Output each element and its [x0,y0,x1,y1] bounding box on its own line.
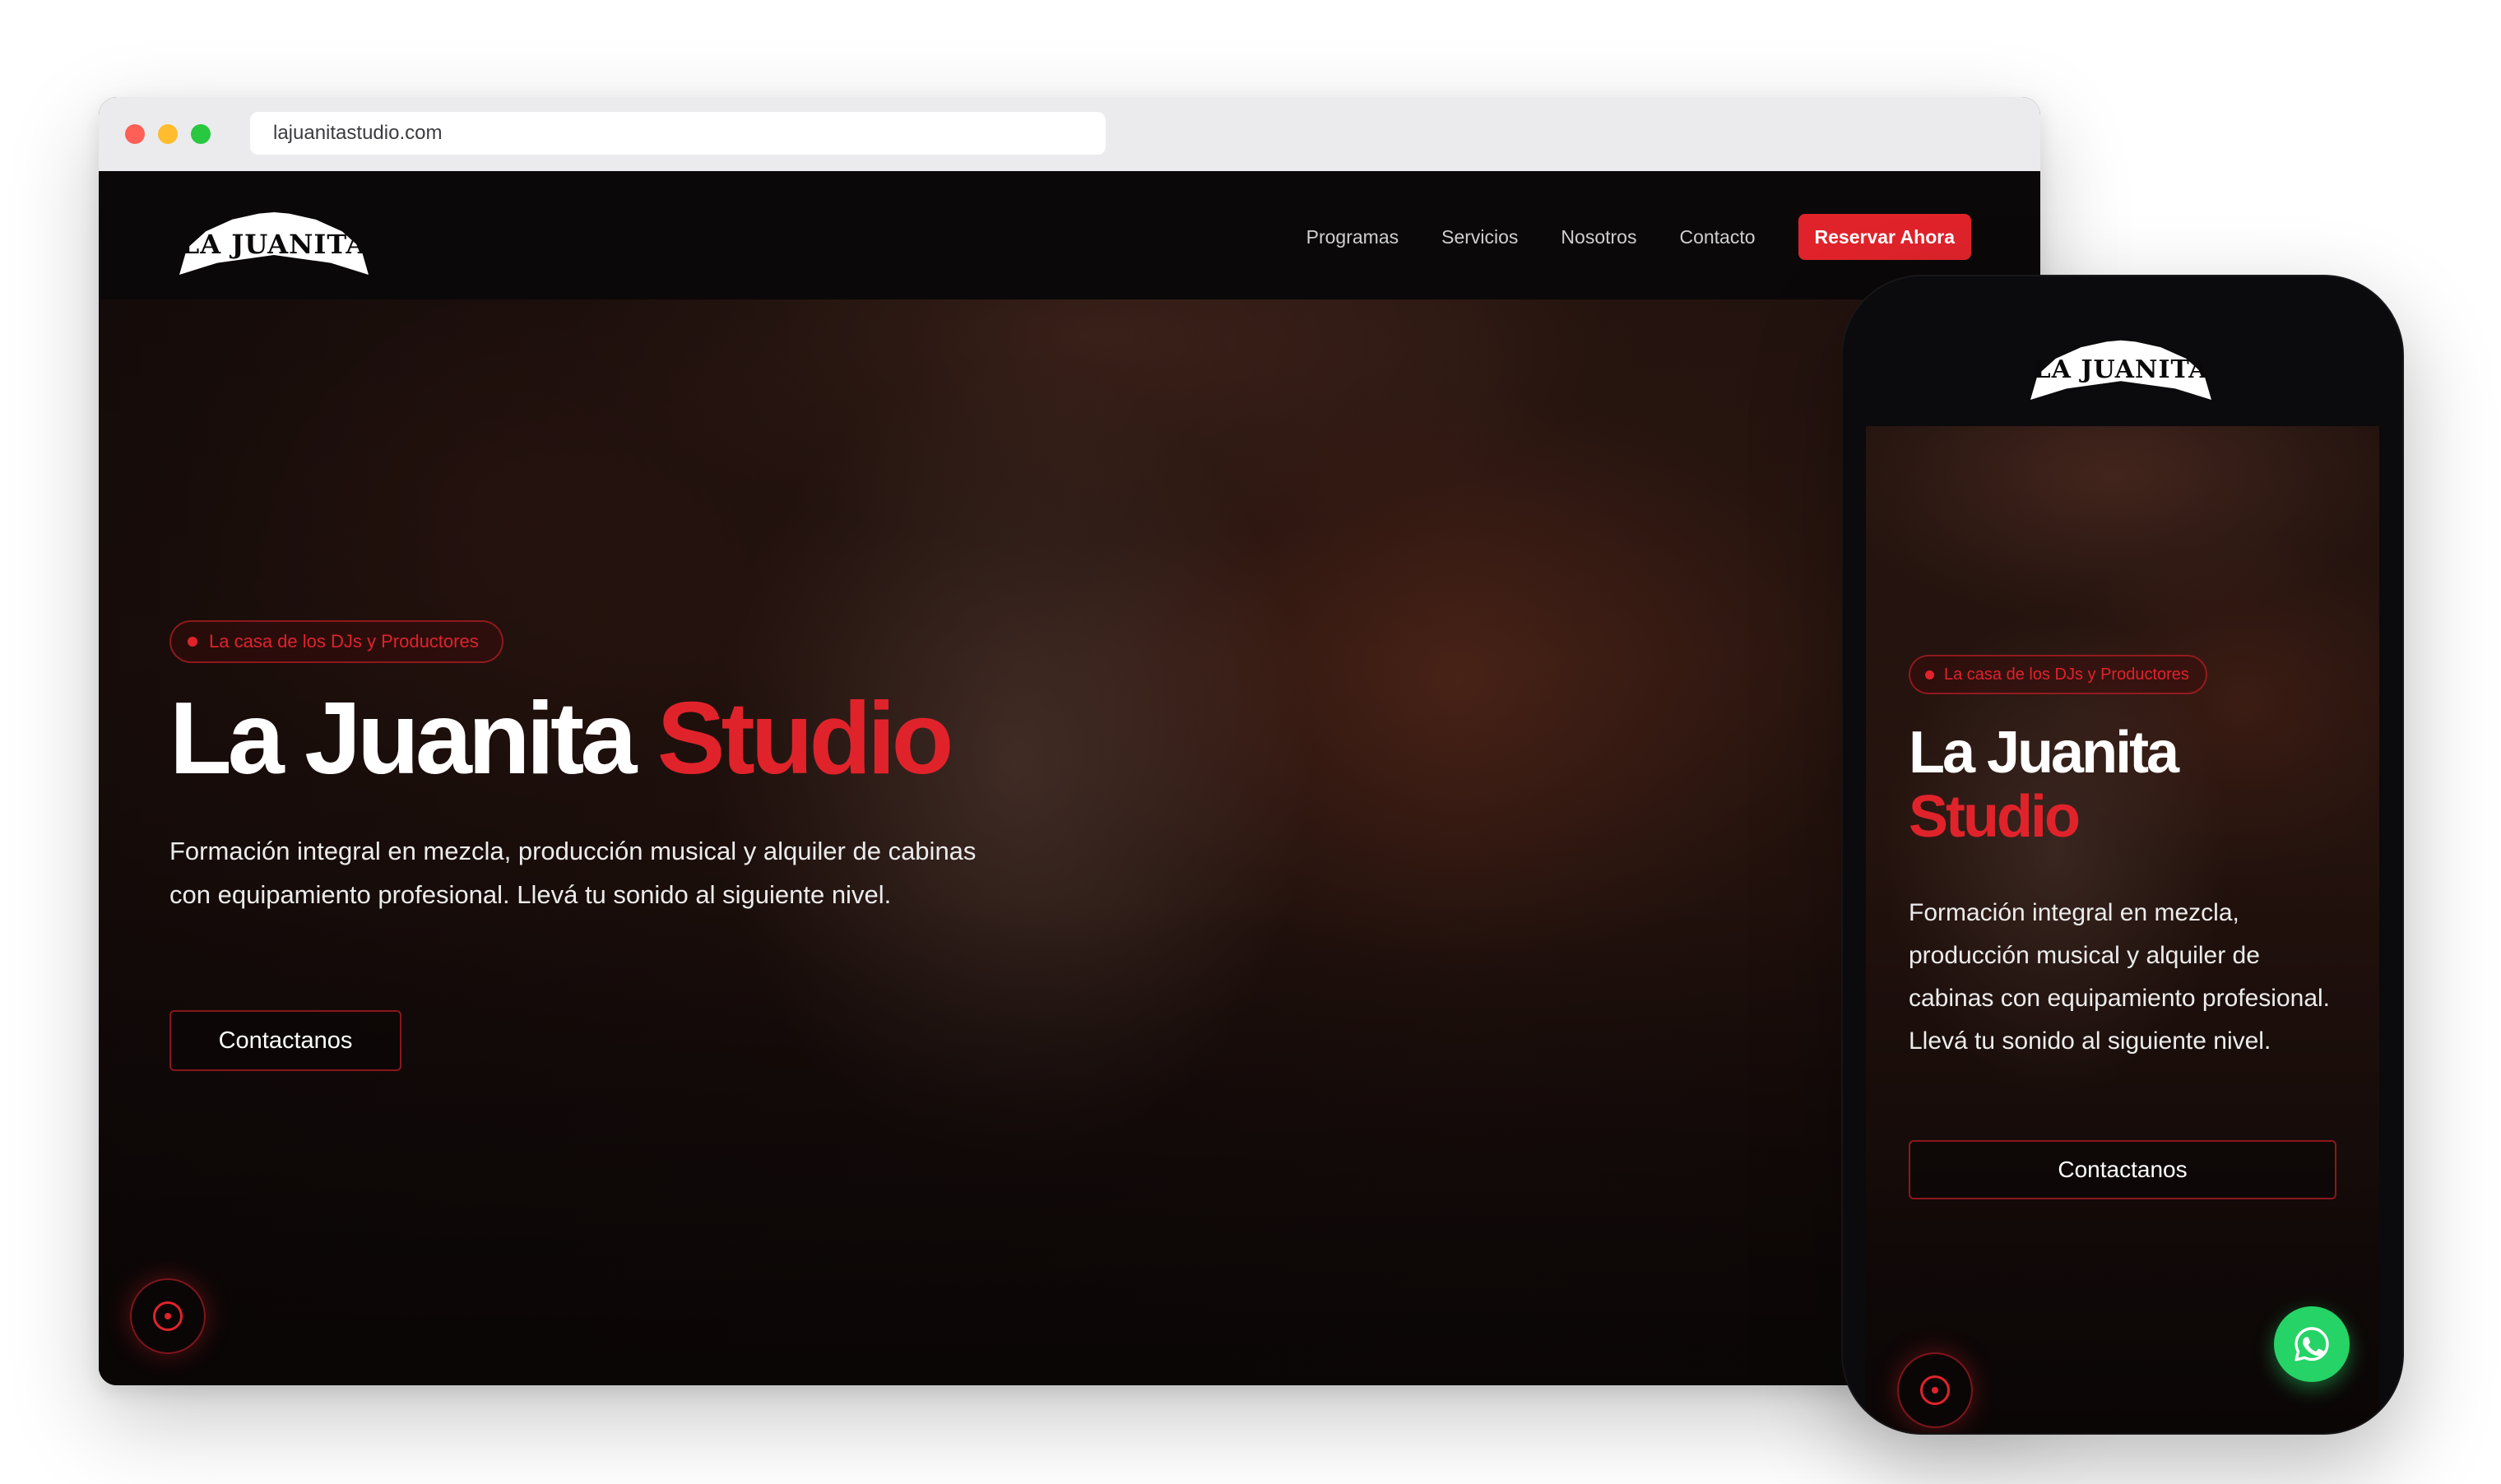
nav-link-servicios[interactable]: Servicios [1441,226,1518,248]
hero-badge: La casa de los DJs y Productores [1909,655,2207,694]
hero-title-accent: Studio [1909,784,2081,850]
reservar-ahora-button[interactable]: Reservar Ahora [1798,214,1971,260]
record-core [1932,1387,1938,1394]
phone-site-logo[interactable]: LA JUANITA [2030,337,2211,400]
desktop-browser-mockup: lajuanitastudio.com LA JUANITA Programas… [99,97,2040,1385]
badge-dot-icon [1925,670,1934,679]
nav-link-programas[interactable]: Programas [1306,226,1399,248]
badge-dot-icon [188,637,197,647]
maximize-window-dot[interactable] [191,124,211,144]
hero-title: La Juanita Studio [1909,720,2179,850]
hero-description: Formación integral en mezcla, producción… [169,837,977,909]
logo-text: LA JUANITA [180,229,368,260]
record-icon[interactable] [130,1278,206,1354]
site-navbar: LA JUANITA Programas Servicios Nosotros … [99,171,2040,299]
hero-badge: La casa de los DJs y Productores [169,620,503,663]
desktop-site: LA JUANITA Programas Servicios Nosotros … [99,171,2040,1385]
minimize-window-dot[interactable] [158,124,178,144]
hero-title-main: La Juanita [1909,720,2179,786]
hero-description: Formación integral en mezcla, producción… [1909,899,2331,1055]
whatsapp-icon [2295,1327,2329,1361]
contactanos-button[interactable]: Contactanos [1909,1140,2336,1199]
hero-title: La Juanita Studio [169,688,954,790]
hero-title-accent: Studio [657,682,954,795]
logo-text: LA JUANITA [2033,355,2209,384]
nav-link-contacto[interactable]: Contacto [1679,226,1755,248]
record-core [165,1313,171,1319]
phone-mockup: LA JUANITA La casa de los DJs y Producto… [1843,276,2402,1433]
nav-link-nosotros[interactable]: Nosotros [1561,226,1636,248]
address-bar[interactable]: lajuanitastudio.com [250,112,1106,155]
whatsapp-button[interactable] [2274,1306,2350,1382]
hero-badge-text: La casa de los DJs y Productores [1944,665,2189,684]
record-icon[interactable] [1897,1352,1973,1428]
site-logo[interactable]: LA JUANITA [179,209,369,275]
phone-hero: La casa de los DJs y Productores La Juan… [1866,426,2379,1433]
nav-links: Programas Servicios Nosotros Contacto Re… [1306,214,1971,260]
browser-toolbar: lajuanitastudio.com [99,97,2040,172]
hero-badge-text: La casa de los DJs y Productores [209,631,479,652]
contactanos-button[interactable]: Contactanos [169,1010,401,1071]
phone-header: LA JUANITA [1843,276,2402,426]
hero-title-main: La Juanita [169,682,637,795]
close-window-dot[interactable] [125,124,145,144]
